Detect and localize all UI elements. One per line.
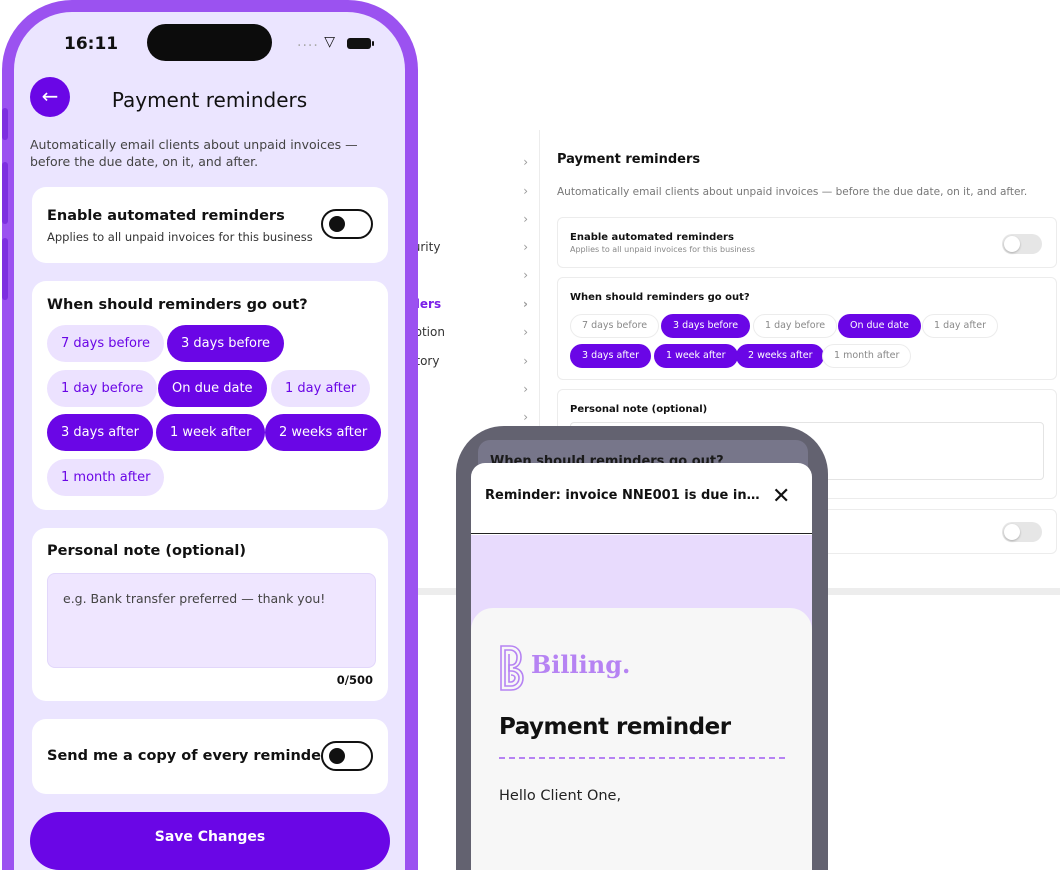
- reminder-option-chip[interactable]: 2 weeks after: [265, 414, 382, 451]
- desktop-schedule-title: When should reminders go out?: [570, 292, 750, 303]
- battery-icon: [347, 38, 374, 49]
- desktop-reminder-option-chip[interactable]: 3 days before: [661, 314, 751, 338]
- wifi-icon: ▽: [324, 34, 337, 50]
- note-placeholder: e.g. Bank transfer preferred — thank you…: [63, 591, 326, 606]
- desktop-copy-toggle[interactable]: [1002, 522, 1042, 542]
- reminder-option-chip[interactable]: 1 day after: [271, 370, 371, 407]
- desktop-page-title: Payment reminders: [557, 152, 701, 167]
- desktop-reminder-option-chip[interactable]: 2 weeks after: [736, 344, 825, 368]
- page-title: Payment reminders: [111, 88, 308, 112]
- side-button: [2, 108, 8, 140]
- desktop-note-title: Personal note (optional): [570, 404, 708, 415]
- chevron-right-icon: ›: [523, 354, 528, 368]
- reminder-option-chip[interactable]: 3 days before: [167, 325, 285, 362]
- signal-icon: ....: [297, 34, 319, 50]
- desktop-reminder-option-chip[interactable]: On due date: [838, 314, 921, 338]
- desktop-reminder-option-chip[interactable]: 7 days before: [570, 314, 660, 338]
- desktop-enable-title: Enable automated reminders: [570, 232, 734, 243]
- toggle-knob: [329, 216, 345, 232]
- email-preview-modal: Reminder: invoice NNE001 is due in 3 d..…: [471, 463, 812, 870]
- toggle-knob: [1004, 236, 1020, 252]
- copy-reminders-toggle[interactable]: [321, 741, 373, 771]
- enable-reminders-title: Enable automated reminders: [47, 208, 285, 224]
- side-button: [2, 162, 8, 224]
- toggle-knob: [329, 748, 345, 764]
- chevron-right-icon: ›: [523, 382, 528, 396]
- note-character-counter: 0/500: [336, 673, 373, 687]
- email-heading: Payment reminder: [499, 714, 731, 740]
- reminder-option-chip[interactable]: 3 days after: [47, 414, 153, 451]
- chevron-right-icon: ›: [523, 297, 528, 311]
- chevron-right-icon: ›: [523, 155, 528, 169]
- save-changes-button[interactable]: Save Changes: [30, 812, 390, 870]
- email-body: Billing. Payment reminder Hello Client O…: [471, 535, 812, 870]
- desktop-enable-card: Enable automated reminders Applies to al…: [557, 217, 1057, 268]
- schedule-card: When should reminders go out? 7 days bef…: [32, 281, 388, 510]
- chevron-right-icon: ›: [523, 184, 528, 198]
- enable-reminders-toggle[interactable]: [321, 209, 373, 239]
- note-title: Personal note (optional): [47, 543, 246, 559]
- close-icon[interactable]: ✕: [772, 482, 790, 512]
- schedule-title: When should reminders go out?: [47, 297, 308, 313]
- billing-logo-text: Billing.: [531, 650, 631, 679]
- chevron-right-icon: ›: [523, 268, 528, 282]
- email-content-card: Billing. Payment reminder Hello Client O…: [471, 608, 812, 870]
- reminder-option-chip[interactable]: 1 week after: [156, 414, 266, 451]
- page-description: Automatically email clients about unpaid…: [30, 137, 358, 169]
- reminder-option-chip[interactable]: 1 day before: [47, 370, 158, 407]
- desktop-reminder-option-chip[interactable]: 1 day after: [922, 314, 999, 338]
- desktop-reminder-option-chip[interactable]: 1 day before: [753, 314, 838, 338]
- side-button: [2, 238, 8, 300]
- reminder-option-chip[interactable]: 1 month after: [47, 459, 165, 496]
- desktop-reminder-option-chip[interactable]: 1 month after: [822, 344, 912, 368]
- note-card: Personal note (optional) e.g. Bank trans…: [32, 528, 388, 701]
- chevron-right-icon: ›: [523, 240, 528, 254]
- email-greeting: Hello Client One,: [499, 788, 622, 804]
- chevron-right-icon: ›: [523, 212, 528, 226]
- copy-reminders-title: Send me a copy of every reminder: [47, 748, 329, 764]
- desktop-reminder-option-chip[interactable]: 3 days after: [570, 344, 651, 368]
- desktop-page-description: Automatically email clients about unpaid…: [557, 186, 1028, 198]
- signal-wifi-icons: .... ▽: [297, 34, 336, 50]
- chevron-right-icon: ›: [523, 410, 528, 424]
- enable-reminders-card: Enable automated reminders Applies to al…: [32, 187, 388, 263]
- toggle-knob: [1004, 524, 1020, 540]
- desktop-enable-subtitle: Applies to all unpaid invoices for this …: [570, 245, 755, 254]
- note-textarea[interactable]: e.g. Bank transfer preferred — thank you…: [47, 573, 376, 668]
- status-time: 16:11: [64, 34, 119, 54]
- email-preview-header: Reminder: invoice NNE001 is due in 3 d..…: [471, 463, 812, 534]
- email-subject: Reminder: invoice NNE001 is due in 3 d..…: [485, 488, 760, 503]
- desktop-schedule-card: When should reminders go out? 7 days bef…: [557, 277, 1057, 380]
- desktop-reminder-option-chip[interactable]: 1 week after: [654, 344, 738, 368]
- phone-screen: 16:11 .... ▽ ← Payment reminders Automat…: [14, 12, 405, 870]
- reminder-option-chip[interactable]: On due date: [158, 370, 267, 407]
- dashed-divider: [499, 757, 785, 759]
- dynamic-island: [147, 24, 272, 61]
- email-preview-phone: When should reminders go out? Reminder: …: [456, 426, 828, 870]
- chevron-right-icon: ›: [523, 325, 528, 339]
- desktop-enable-toggle[interactable]: [1002, 234, 1042, 254]
- billing-logo-icon: [500, 645, 524, 691]
- enable-reminders-subtitle: Applies to all unpaid invoices for this …: [47, 230, 313, 244]
- reminder-option-chip[interactable]: 7 days before: [47, 325, 165, 362]
- copy-reminders-card: Send me a copy of every reminder: [32, 719, 388, 794]
- phone-frame: 16:11 .... ▽ ← Payment reminders Automat…: [2, 0, 418, 870]
